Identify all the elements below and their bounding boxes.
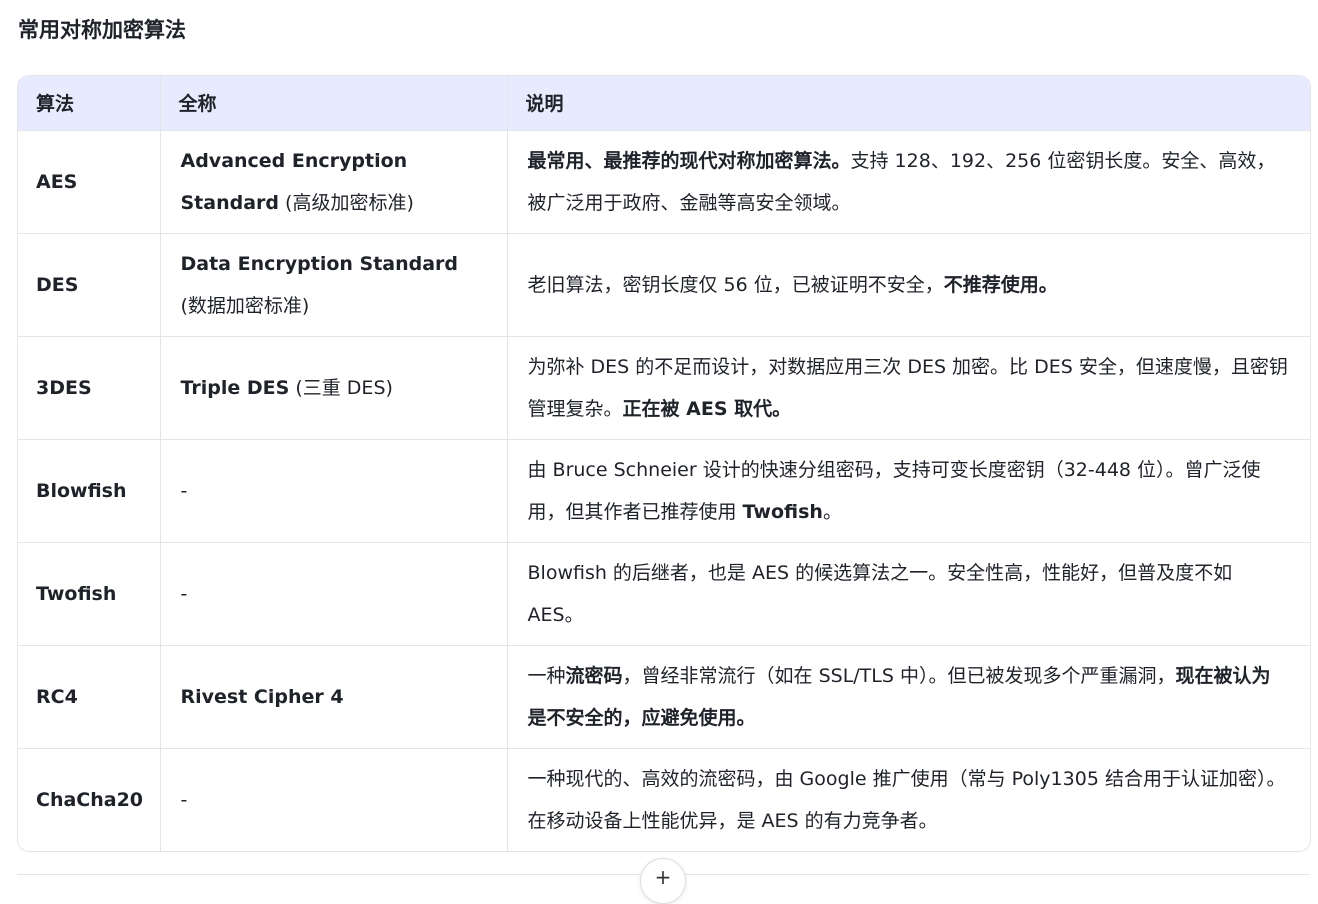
- algorithm-name-cell: DES: [18, 233, 161, 336]
- bold-text: 流密码: [565, 664, 623, 687]
- table-row: ChaCha20- 一种现代的、高效的流密码，由 Google 推广使用（常与 P…: [18, 748, 1310, 851]
- header-algorithm: 算法: [18, 76, 161, 130]
- algorithm-name-cell: RC4: [18, 645, 161, 748]
- algorithm-name-cell: Blowfish: [18, 439, 161, 542]
- description-cell: 由 Bruce Schneier 设计的快速分组密码，支持可变长度密钥（32-4…: [507, 439, 1310, 542]
- bold-text: Data Encryption Standard: [180, 252, 459, 275]
- page-title: 常用对称加密算法: [18, 18, 186, 42]
- bold-text: Triple DES: [180, 376, 290, 399]
- bold-text: Rivest Cipher 4: [180, 685, 344, 708]
- full-name-cell: -: [160, 542, 508, 645]
- table-body: AES Advanced Encryption Standard (高级加密标准)…: [18, 130, 1310, 851]
- text-segment: -: [180, 479, 188, 502]
- text-segment: -: [180, 582, 188, 605]
- table-row: 3DES Triple DES (三重 DES) 为弥补 DES 的不足而设计，对数…: [18, 336, 1310, 439]
- header-description: 说明: [525, 93, 564, 116]
- header-full-name: 全称: [160, 76, 508, 130]
- text-segment: -: [180, 788, 188, 811]
- description-cell: Blowfish 的后继者，也是 AES 的候选算法之一。安全性高，性能好，但普…: [507, 542, 1310, 645]
- text-segment: 一种: [527, 664, 566, 687]
- description-cell: 一种现代的、高效的流密码，由 Google 推广使用（常与 Poly1305 结…: [507, 748, 1310, 851]
- text-segment: Blowfish 的后继者，也是 AES 的候选算法之一。安全性高，性能好，但普…: [527, 561, 1233, 626]
- algorithm-name-cell: 3DES: [18, 336, 161, 439]
- text-segment: (高级加密标准): [279, 191, 414, 214]
- text-segment: 一种现代的、高效的流密码，由 Google 推广使用（常与 Poly1305 结…: [527, 767, 1286, 832]
- full-name-cell: -: [160, 439, 508, 542]
- algorithm-name-cell: AES: [18, 130, 161, 233]
- bold-text: 正在被 AES 取代。: [622, 397, 792, 420]
- table-header-row: 算法 全称 说明: [18, 76, 1310, 130]
- table-row: RC4 Rivest Cipher 4 一种流密码，曾经非常流行（如在 SSL/TL…: [18, 645, 1310, 748]
- algorithm-name-cell: Twofish: [18, 542, 161, 645]
- description-cell: 为弥补 DES 的不足而设计，对数据应用三次 DES 加密。比 DES 安全，但…: [507, 336, 1310, 439]
- text-segment: ，曾经非常流行（如在 SSL/TLS 中）。但已被发现多个严重漏洞，: [622, 664, 1176, 687]
- table-row: Blowfish - 由 Bruce Schneier 设计的快速分组密码，支持可变…: [18, 439, 1310, 542]
- algorithm-name-cell: ChaCha20: [18, 748, 161, 851]
- description-cell: 一种流密码，曾经非常流行（如在 SSL/TLS 中）。但已被发现多个严重漏洞，现…: [507, 645, 1310, 748]
- bold-text: 不推荐使用。: [943, 273, 1058, 296]
- text-segment: 老旧算法，密钥长度仅 56 位，已被证明不安全，: [527, 273, 944, 296]
- full-name-cell: Rivest Cipher 4: [160, 645, 508, 748]
- text-segment: 由 Bruce Schneier 设计的快速分组密码，支持可变长度密钥（32-4…: [527, 458, 1261, 523]
- bold-text: Twofish: [742, 500, 823, 523]
- description-cell: 老旧算法，密钥长度仅 56 位，已被证明不安全，不推荐使用。: [507, 233, 1310, 336]
- text-segment: (数据加密标准): [180, 294, 310, 317]
- add-button[interactable]: +: [640, 858, 686, 904]
- text-segment: 。: [822, 500, 842, 523]
- table-row: AES Advanced Encryption Standard (高级加密标准)…: [18, 130, 1310, 233]
- table-row: Twofish - Blowfish 的后继者，也是 AES 的候选算法之一。安全性…: [18, 542, 1310, 645]
- description-cell: 最常用、最推荐的现代对称加密算法。支持 128、192、256 位密钥长度。安全…: [507, 130, 1310, 233]
- full-name-cell: Data Encryption Standard (数据加密标准): [160, 233, 508, 336]
- algorithms-table: 算法 全称 说明 AES Advanced Encryption Standard…: [17, 75, 1311, 852]
- table-row: DES Data Encryption Standard (数据加密标准) 老旧算法…: [18, 233, 1310, 336]
- text-segment: (三重 DES): [289, 376, 393, 399]
- full-name-cell: -: [160, 748, 508, 851]
- plus-icon: +: [654, 865, 672, 889]
- full-name-cell: Triple DES (三重 DES): [160, 336, 508, 439]
- full-name-cell: Advanced Encryption Standard (高级加密标准): [160, 130, 508, 233]
- bold-text: 最常用、最推荐的现代对称加密算法。: [527, 149, 851, 172]
